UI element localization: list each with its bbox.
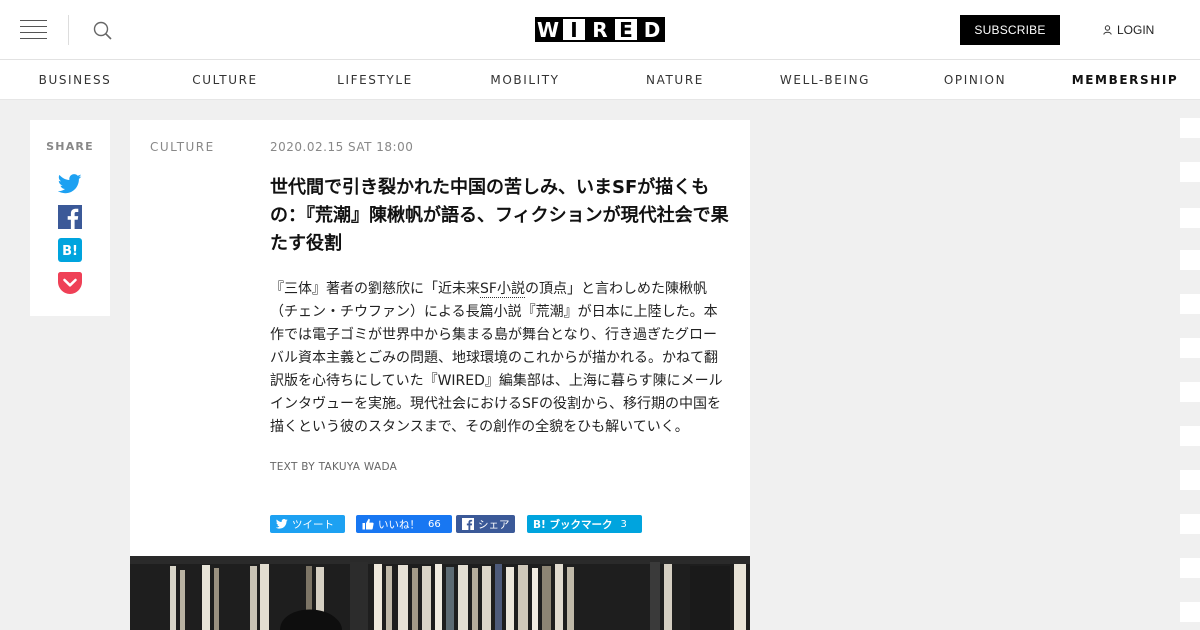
- like-count: 66: [428, 518, 441, 530]
- hatena-bookmark-count: 3: [620, 518, 627, 530]
- article-hero-photo: [130, 556, 750, 630]
- logo-letter: W: [535, 17, 561, 42]
- login-link[interactable]: LOGIN: [1103, 21, 1154, 39]
- header-divider: [68, 15, 69, 45]
- pocket-icon[interactable]: [58, 271, 82, 295]
- like-label: いいね！: [378, 518, 420, 531]
- facebook-icon[interactable]: [58, 205, 82, 229]
- hatena-bookmark-icon[interactable]: B!: [58, 238, 82, 262]
- article-title: 世代間で引き裂かれた中国の苦しみ、いまSFが描くもの：『荒潮』陳楸帆が語る、フィ…: [270, 177, 729, 254]
- nav-item-well-being[interactable]: WELL-BEING: [750, 60, 900, 100]
- article-card: CULTURE 2020.02.15 SAT 18:00 世代間で引き裂かれた中…: [130, 120, 750, 556]
- nav-item-mobility[interactable]: MOBILITY: [450, 60, 600, 100]
- twitter-icon[interactable]: [58, 172, 82, 196]
- share-sidebar: SHARE B!: [30, 120, 110, 316]
- facebook-share-label: シェア: [478, 518, 510, 531]
- svg-text:B!: B!: [62, 244, 78, 259]
- nav-item-membership[interactable]: MEMBERSHIP: [1050, 60, 1200, 100]
- article-date: 2020.02.15 SAT 18:00: [270, 140, 414, 154]
- site-header: W I R E D SUBSCRIBE LOGIN: [0, 0, 1200, 60]
- hatena-bookmark-button[interactable]: B! ブックマーク 3: [527, 515, 642, 533]
- sf-novel-link[interactable]: SF小説: [480, 281, 525, 298]
- bookshelf-photo: [130, 556, 750, 630]
- like-button[interactable]: いいね！ 66: [356, 515, 452, 533]
- nav-item-nature[interactable]: NATURE: [600, 60, 750, 100]
- wired-logo[interactable]: W I R E D: [535, 17, 665, 42]
- hamburger-icon[interactable]: [20, 20, 47, 40]
- ad-edge-strip: [1180, 118, 1200, 630]
- author-credit: TEXT BY TAKUYA WADA: [270, 461, 398, 473]
- article-category[interactable]: CULTURE: [150, 140, 215, 154]
- nav-item-lifestyle[interactable]: LIFESTYLE: [300, 60, 450, 100]
- nav-item-culture[interactable]: CULTURE: [150, 60, 300, 100]
- share-label: SHARE: [46, 140, 94, 153]
- tweet-button[interactable]: ツイート: [270, 515, 345, 533]
- lead-text: 『三体』著者の劉慈欣に「近未来: [270, 281, 480, 297]
- hatena-bookmark-label: B! ブックマーク: [533, 518, 613, 531]
- thumbs-up-icon: [362, 518, 374, 530]
- logo-letter: I: [561, 17, 587, 42]
- twitter-icon: [276, 519, 288, 529]
- facebook-icon: [462, 518, 474, 530]
- search-icon[interactable]: [93, 21, 113, 41]
- logo-letter: D: [639, 17, 665, 42]
- nav-item-opinion[interactable]: OPINION: [900, 60, 1050, 100]
- nav-item-business[interactable]: BUSINESS: [0, 60, 150, 100]
- logo-letter: E: [613, 17, 639, 42]
- logo-letter: R: [587, 17, 613, 42]
- subscribe-button[interactable]: SUBSCRIBE: [960, 15, 1060, 45]
- login-label: LOGIN: [1117, 23, 1155, 37]
- article-lead: 『三体』著者の劉慈欣に「近未来SF小説の頂点」と言わしめた陳楸帆（チェン・チウフ…: [270, 278, 730, 439]
- category-nav: BUSINESS CULTURE LIFESTYLE MOBILITY NATU…: [0, 60, 1200, 100]
- user-icon: [1103, 25, 1112, 35]
- facebook-share-button[interactable]: シェア: [456, 515, 515, 533]
- lead-text: の頂点」と言わしめた陳楸帆（チェン・チウファン）による長篇小説『荒潮』が日本に上…: [270, 281, 723, 435]
- tweet-label: ツイート: [292, 518, 334, 531]
